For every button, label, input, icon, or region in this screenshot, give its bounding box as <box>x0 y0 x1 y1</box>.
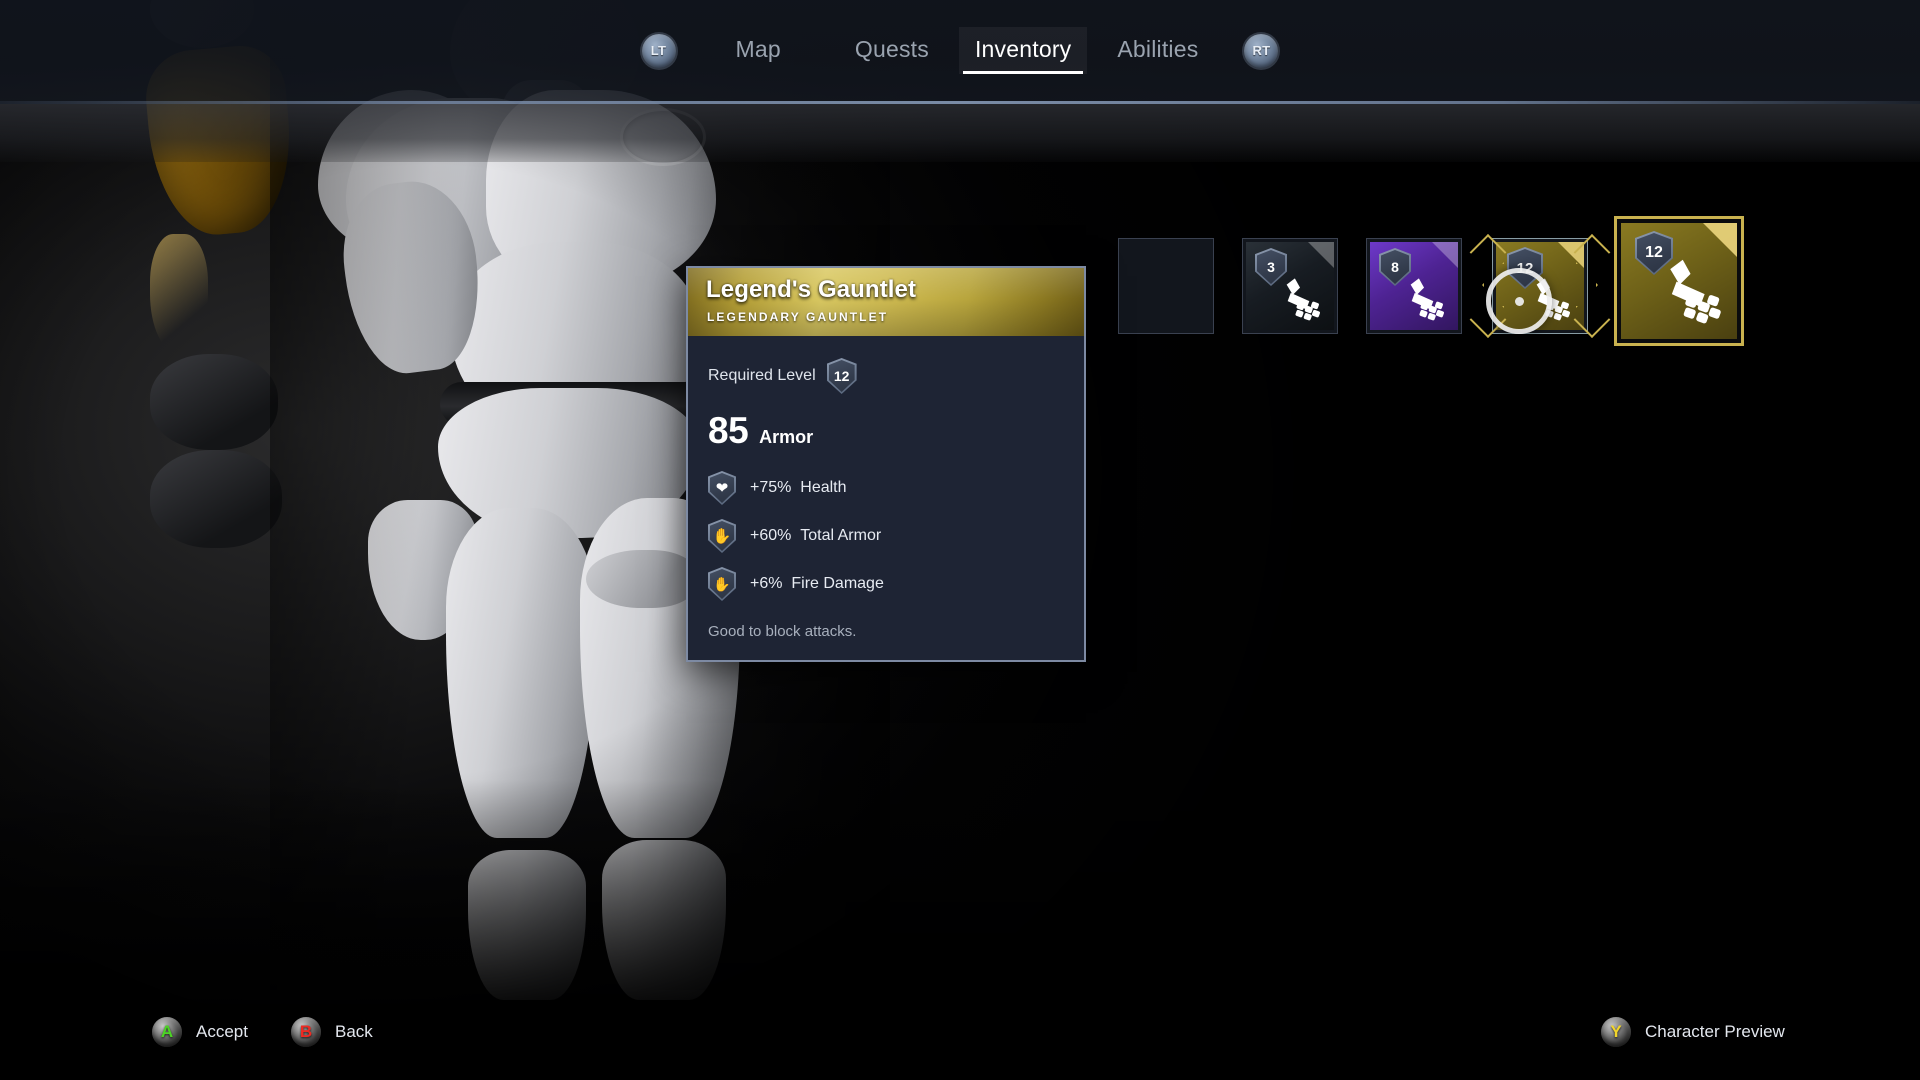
right-bumper-icon[interactable]: RT <box>1244 33 1279 68</box>
button-b-icon: B <box>291 1017 321 1047</box>
inventory-slot-2[interactable]: 8 <box>1366 238 1462 334</box>
gauntlet-highlight <box>150 234 208 354</box>
item-tooltip-panel: Legend's Gauntlet LEGENDARY GAUNTLET Req… <box>686 266 1086 662</box>
fire-shield-icon: ✋ <box>708 567 736 601</box>
game-screen: LT Map Quests Inventory Abilities RT Leg… <box>0 0 1920 1080</box>
model-knee-right <box>150 450 282 548</box>
slot-1-corner-fold <box>1308 242 1334 268</box>
item-rarity-type: LEGENDARY GAUNTLET <box>707 310 889 324</box>
attribute-text-health: +75% Health <box>750 479 847 497</box>
slot-2-level-value: 8 <box>1391 259 1399 275</box>
health-glyph: ❤ <box>715 479 729 497</box>
tab-abilities[interactable]: Abilities <box>1101 27 1214 74</box>
prompt-character-preview[interactable]: Y Character Preview <box>1601 1017 1785 1047</box>
attribute-name-fire-damage: Fire Damage <box>791 575 884 592</box>
button-prompt-bar: A Accept B Back Y Character Preview <box>0 988 1920 1080</box>
attribute-name-health: Health <box>800 479 847 496</box>
fire-glyph: ✋ <box>713 576 731 592</box>
nav-tab-row: LT Map Quests Inventory Abilities RT <box>0 0 1920 101</box>
top-navigation-bar: LT Map Quests Inventory Abilities RT <box>0 0 1920 104</box>
prompt-accept[interactable]: A Accept <box>152 1017 248 1047</box>
armor-value: 85 <box>708 410 749 451</box>
armor-stat-row: 85 Armor <box>708 412 1064 449</box>
prompt-character-preview-label: Character Preview <box>1645 1022 1785 1041</box>
prompt-back[interactable]: B Back <box>291 1017 373 1047</box>
attribute-text-fire-damage: +6% Fire Damage <box>750 575 884 593</box>
tab-inventory[interactable]: Inventory <box>958 27 1088 74</box>
inventory-slot-4[interactable]: 12 <box>1614 216 1744 346</box>
attribute-row-total-armor: ✋ +60% Total Armor <box>708 519 1064 553</box>
navbar-divider <box>0 101 1920 104</box>
attribute-value-total-armor: +60% <box>750 527 792 544</box>
prompt-back-label: Back <box>335 1022 373 1041</box>
health-shield-icon: ❤ <box>708 471 736 505</box>
attribute-value-fire-damage: +6% <box>750 575 783 592</box>
slot-1-level-value: 3 <box>1267 259 1275 275</box>
armor-shield-icon: ✋ <box>708 519 736 553</box>
required-level-row: Required Level 12 <box>708 358 1064 394</box>
required-level-badge: 12 <box>826 358 857 394</box>
tab-map[interactable]: Map <box>720 27 797 74</box>
item-description: Good to block attacks. <box>708 623 857 640</box>
required-level-value: 12 <box>833 368 850 384</box>
armor-label: Armor <box>759 427 814 447</box>
tab-quests[interactable]: Quests <box>839 27 945 74</box>
attribute-name-total-armor: Total Armor <box>800 527 882 544</box>
inventory-slot-1[interactable]: 3 <box>1242 238 1338 334</box>
button-a-icon: A <box>152 1017 182 1047</box>
header-subbar <box>0 104 1920 162</box>
button-y-icon: Y <box>1601 1017 1631 1047</box>
tooltip-body: Required Level 12 85 Armor ❤ +75% Health <box>688 336 1084 660</box>
slot-3-corner-fold <box>1558 242 1584 268</box>
inventory-slot-0[interactable] <box>1118 238 1214 334</box>
attribute-value-health: +75% <box>750 479 792 496</box>
item-name: Legend's Gauntlet <box>706 276 917 303</box>
left-bumper-icon[interactable]: LT <box>641 33 676 68</box>
cursor-dot <box>1514 296 1524 306</box>
prompt-accept-label: Accept <box>196 1022 248 1041</box>
selection-cursor-ring[interactable] <box>1486 268 1552 334</box>
attribute-row-fire-damage: ✋ +6% Fire Damage <box>708 567 1064 601</box>
armor-glyph: ✋ <box>712 527 732 545</box>
attribute-row-health: ❤ +75% Health <box>708 471 1064 505</box>
slot-4-level-value: 12 <box>1645 244 1663 261</box>
required-level-label: Required Level <box>708 367 816 384</box>
attribute-text-total-armor: +60% Total Armor <box>750 527 881 545</box>
tooltip-header: Legend's Gauntlet LEGENDARY GAUNTLET <box>688 268 1084 336</box>
slot-2-corner-fold <box>1432 242 1458 268</box>
model-knee-left <box>150 354 278 450</box>
model-foot-right <box>586 550 696 608</box>
